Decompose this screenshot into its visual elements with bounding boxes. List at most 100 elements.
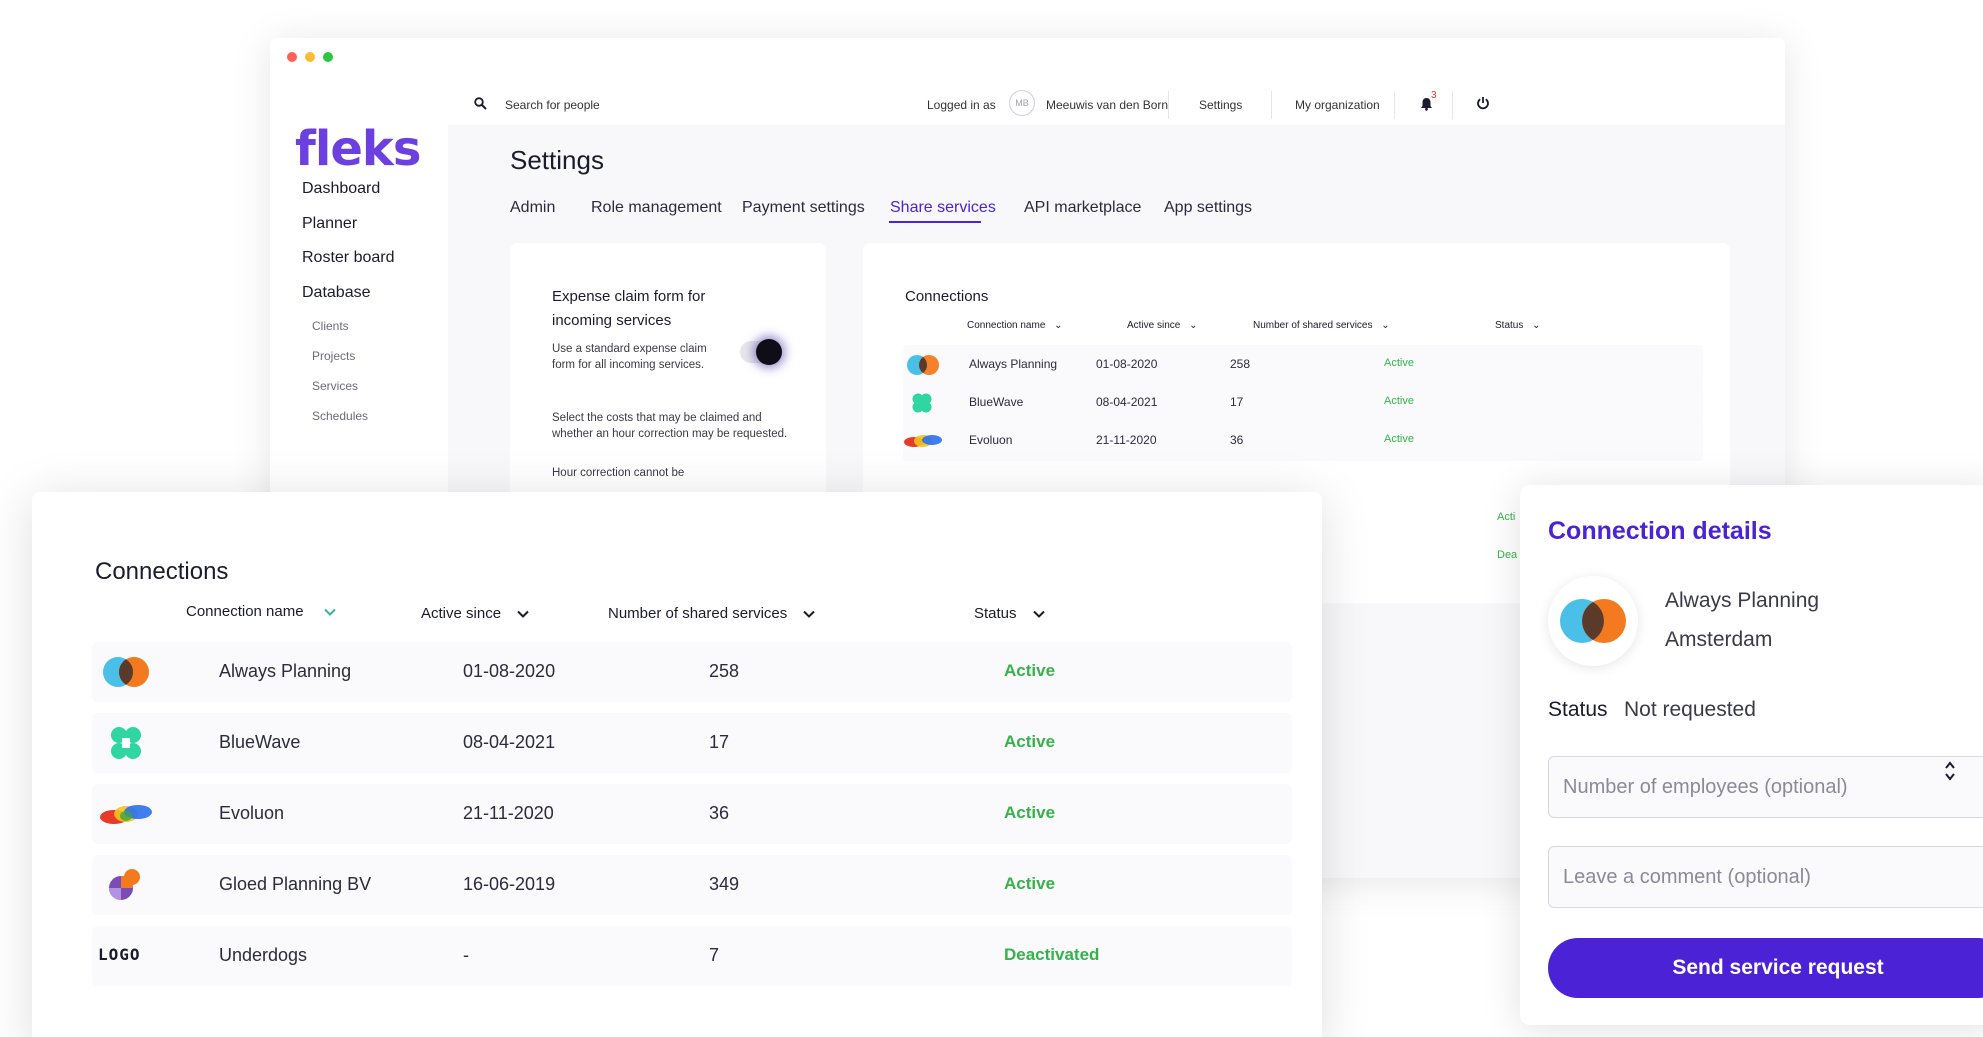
connection-name: Evoluon xyxy=(969,433,1013,447)
details-company-city: Amsterdam xyxy=(1665,628,1773,651)
header-connection-name-small[interactable]: Connection name ⌄ xyxy=(967,320,1063,331)
divider xyxy=(1271,91,1272,119)
sidebar-subitem-services[interactable]: Services xyxy=(312,379,358,393)
page-title: Settings xyxy=(510,145,604,175)
always-planning-logo xyxy=(103,657,149,687)
bluewave-logo xyxy=(111,727,141,759)
connection-details-panel: Connection details Always Planning Amste… xyxy=(1520,485,1983,1025)
shared-services-count: 7 xyxy=(709,945,720,965)
header-active-since[interactable]: Active since xyxy=(421,605,529,622)
search-icon[interactable] xyxy=(474,97,487,110)
sidebar-item-planner[interactable]: Planner xyxy=(302,215,357,233)
header-label: Status xyxy=(1495,320,1524,331)
table-row[interactable]: Evoluon 21-11-2020 36 Active xyxy=(92,784,1292,844)
status-badge-partial: Dea xyxy=(1497,549,1518,561)
status-badge-partial: Acti xyxy=(1497,511,1516,523)
comment-input[interactable] xyxy=(1548,846,1983,908)
window-titlebar xyxy=(270,38,1785,83)
details-title: Connection details xyxy=(1548,517,1772,545)
chevron-down-icon xyxy=(1032,610,1045,618)
user-name[interactable]: Meeuwis van den Born xyxy=(1046,98,1168,112)
toggle-knob xyxy=(756,339,782,365)
connection-name: Always Planning xyxy=(219,661,352,681)
table-row[interactable]: Always Planning 01-08-2020 258 Active xyxy=(903,345,1703,385)
header-connection-name[interactable]: Connection name xyxy=(186,603,336,620)
my-organization-link[interactable]: My organization xyxy=(1295,98,1380,112)
top-bar: Search for people Logged in as MB Meeuwi… xyxy=(448,83,1785,125)
status-badge: Active xyxy=(1384,395,1414,407)
employees-input[interactable] xyxy=(1548,756,1983,818)
header-shared-services[interactable]: Number of shared services xyxy=(608,605,816,622)
shared-services-count: 36 xyxy=(709,803,730,823)
logo-text-logo: LOGO xyxy=(98,945,141,964)
chevron-down-icon: ⌄ xyxy=(1189,320,1198,331)
tab-api-marketplace[interactable]: API marketplace xyxy=(1024,199,1141,217)
sidebar-subitem-schedules[interactable]: Schedules xyxy=(312,409,368,423)
close-window-dot[interactable] xyxy=(287,52,297,62)
table-row[interactable]: Gloed Planning BV 16-06-2019 349 Active xyxy=(92,855,1292,915)
connection-name: BlueWave xyxy=(969,395,1024,409)
header-label: Connection name xyxy=(967,320,1046,331)
settings-link[interactable]: Settings xyxy=(1199,98,1242,112)
details-status-label: Status xyxy=(1548,698,1608,721)
minimize-window-dot[interactable] xyxy=(305,52,315,62)
details-logo xyxy=(1548,576,1638,666)
header-shared-services-small[interactable]: Number of shared services ⌄ xyxy=(1253,320,1390,331)
expense-claim-toggle[interactable] xyxy=(740,339,782,365)
active-since: 01-08-2020 xyxy=(463,661,556,681)
fleks-logo[interactable]: fleks xyxy=(295,121,421,177)
stepper-icon[interactable] xyxy=(1944,760,1956,783)
sidebar-item-database[interactable]: Database xyxy=(302,284,371,302)
status-badge: Active xyxy=(1384,357,1414,369)
search-input[interactable]: Search for people xyxy=(505,98,600,112)
active-since: 08-04-2021 xyxy=(1096,395,1158,409)
table-row[interactable]: BlueWave 08-04-2021 17 Active xyxy=(903,383,1703,423)
sidebar-subitem-clients[interactable]: Clients xyxy=(312,319,349,333)
chevron-down-icon xyxy=(803,610,816,618)
hour-correction-text: Hour correction cannot be xyxy=(552,467,685,479)
always-planning-logo xyxy=(907,355,939,375)
header-active-since-small[interactable]: Active since ⌄ xyxy=(1127,320,1198,331)
send-service-request-button[interactable]: Send service request xyxy=(1548,938,1983,998)
connection-name: Gloed Planning BV xyxy=(219,874,372,894)
sidebar-item-roster-board[interactable]: Roster board xyxy=(302,249,395,267)
table-row[interactable]: BlueWave 08-04-2021 17 Active xyxy=(92,713,1292,773)
shared-services-count: 258 xyxy=(1230,357,1251,371)
divider xyxy=(1452,91,1453,119)
connections-title: Connections xyxy=(95,558,229,585)
chevron-down-icon: ⌄ xyxy=(1381,320,1390,331)
tab-admin[interactable]: Admin xyxy=(510,199,555,217)
tab-app-settings[interactable]: App settings xyxy=(1164,199,1252,217)
shared-services-count: 36 xyxy=(1230,433,1244,447)
shared-services-count: 258 xyxy=(709,661,740,681)
logged-in-label: Logged in as xyxy=(927,98,996,112)
tab-payment-settings[interactable]: Payment settings xyxy=(742,199,865,217)
maximize-window-dot[interactable] xyxy=(323,52,333,62)
evoluon-logo xyxy=(904,435,942,447)
table-row[interactable]: Always Planning 01-08-2020 258 Active xyxy=(92,642,1292,702)
header-status-small[interactable]: Status ⌄ xyxy=(1495,320,1541,331)
sidebar-subitem-projects[interactable]: Projects xyxy=(312,349,355,363)
table-row[interactable]: Evoluon 21-11-2020 36 Active xyxy=(903,421,1703,461)
header-label: Number of shared services xyxy=(1253,320,1373,331)
active-since: 16-06-2019 xyxy=(463,874,556,894)
shared-services-count: 349 xyxy=(709,874,740,894)
connections-panel: Connections Connection name Active since… xyxy=(32,492,1322,1037)
tab-share-services[interactable]: Share services xyxy=(890,199,996,217)
active-since: - xyxy=(463,945,469,965)
header-status[interactable]: Status xyxy=(974,605,1045,622)
tab-role-management[interactable]: Role management xyxy=(591,199,722,217)
costs-description: Select the costs that may be claimed and… xyxy=(552,412,788,440)
power-icon[interactable] xyxy=(1476,96,1490,110)
gloed-logo xyxy=(109,869,140,900)
connection-name: Underdogs xyxy=(219,945,308,965)
sidebar-item-dashboard[interactable]: Dashboard xyxy=(302,180,380,198)
table-row[interactable]: LOGO Underdogs - 7 Deactivated xyxy=(92,926,1292,986)
details-status-value: Not requested xyxy=(1624,698,1756,721)
avatar[interactable]: MB xyxy=(1009,90,1035,116)
active-since: 08-04-2021 xyxy=(463,732,556,752)
connection-name: Always Planning xyxy=(969,357,1058,371)
status-badge: Active xyxy=(1004,661,1056,680)
shared-services-count: 17 xyxy=(709,732,730,752)
connections-title-small: Connections xyxy=(905,288,989,305)
